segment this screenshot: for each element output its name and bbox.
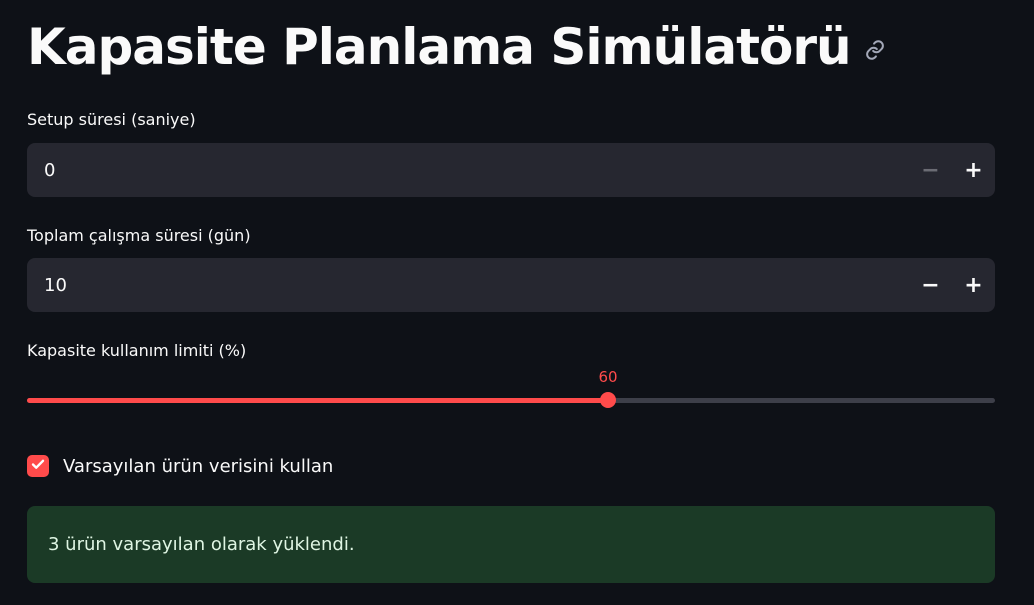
setup-time-decrement-button[interactable]: − [909,143,952,197]
link-icon[interactable] [863,38,887,62]
check-icon [30,456,46,476]
slider-fill [27,398,608,403]
default-data-checkbox-row[interactable]: Varsayılan ürün verisini kullan [27,455,333,477]
total-work-time-decrement-button[interactable]: − [909,258,952,312]
slider-thumb[interactable] [600,392,616,408]
setup-time-input[interactable] [27,142,909,198]
success-alert: 3 ürün varsayılan olarak yüklendi. [27,506,995,583]
default-data-checkbox[interactable] [27,455,49,477]
total-work-time-input-group: − + [27,257,995,313]
default-data-checkbox-label: Varsayılan ürün verisini kullan [63,455,334,477]
slider-value: 60 [598,368,618,386]
success-alert-text: 3 ürün varsayılan olarak yüklendi. [48,534,355,555]
setup-time-input-group: − + [27,142,995,198]
total-work-time-increment-button[interactable]: + [952,258,995,312]
capacity-limit-label: Kapasite kullanım limiti (%) [27,341,247,360]
setup-time-label: Setup süresi (saniye) [27,110,196,129]
total-work-time-input[interactable] [27,257,909,313]
title-row: Kapasite Planlama Simülatörü [27,14,887,80]
setup-time-increment-button[interactable]: + [952,143,995,197]
page-title: Kapasite Planlama Simülatörü [27,18,852,76]
capacity-limit-slider[interactable]: 60 [27,368,995,410]
total-work-time-label: Toplam çalışma süresi (gün) [27,226,251,245]
page: Kapasite Planlama Simülatörü Setup süres… [0,0,1034,605]
